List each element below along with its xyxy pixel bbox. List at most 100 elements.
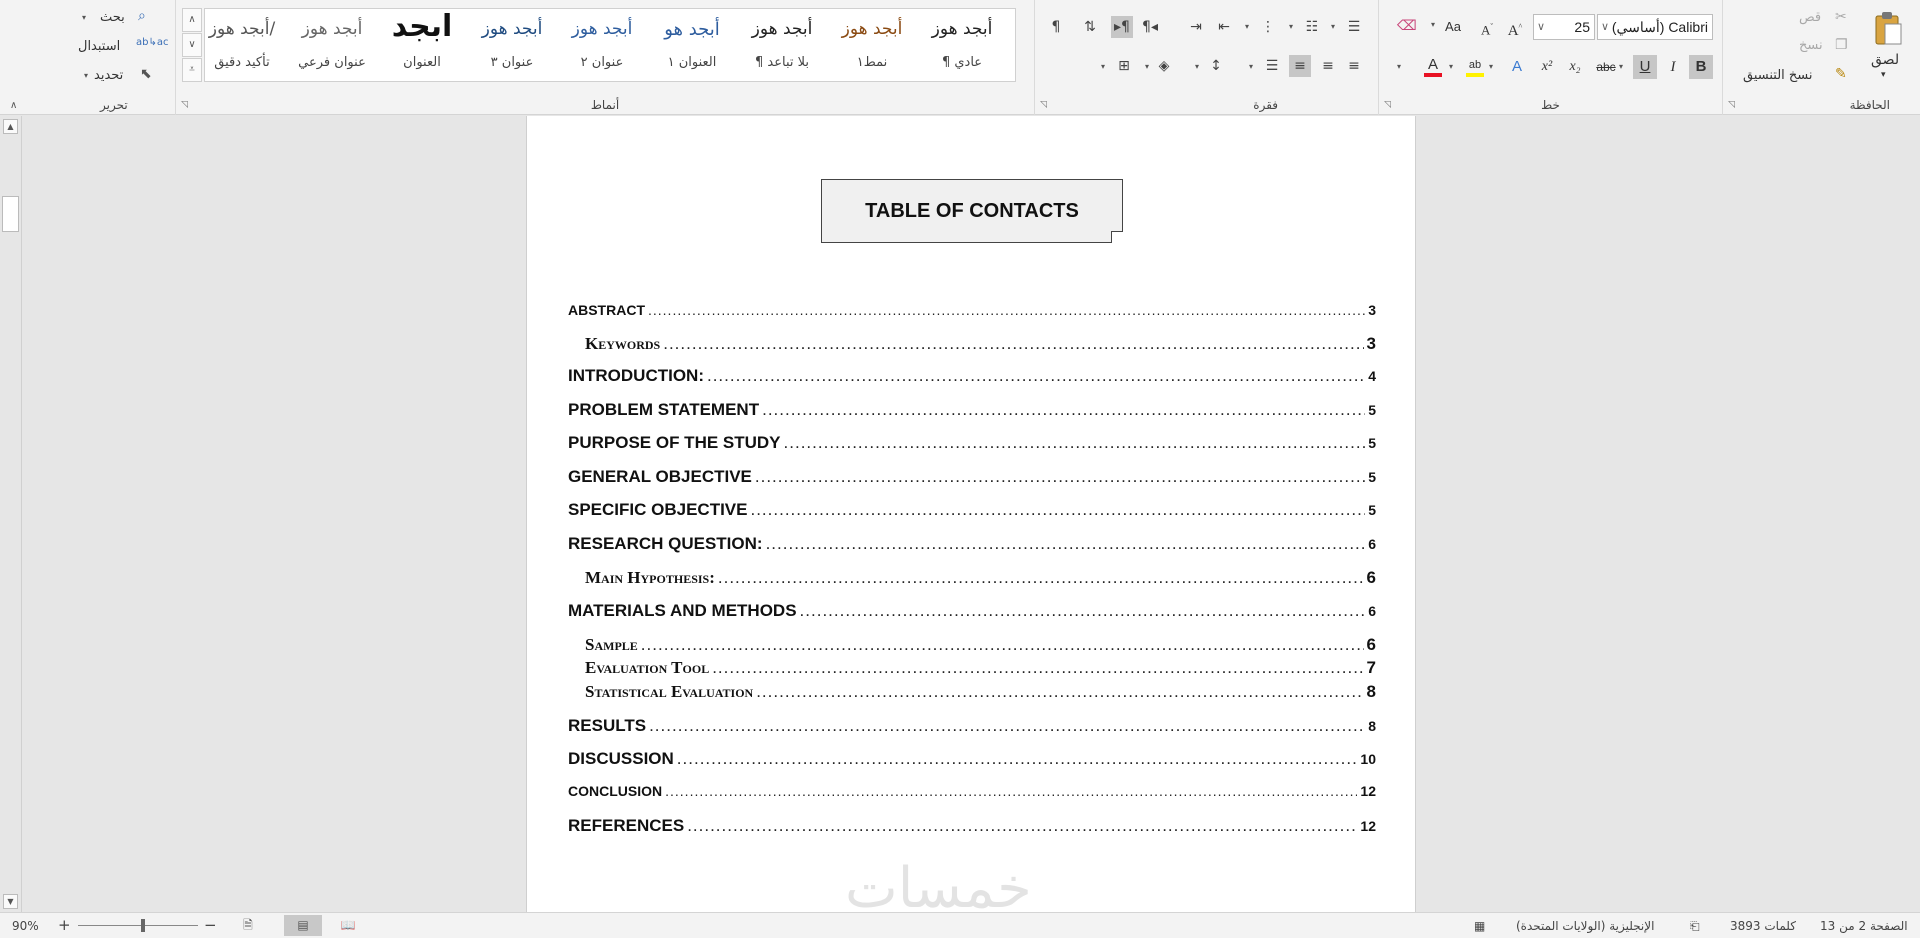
zoom-slider[interactable] (78, 925, 198, 926)
font-name-dropdown-icon[interactable]: ∨ (1601, 15, 1609, 39)
font-color-button[interactable]: A (1421, 53, 1445, 77)
numbering-icon[interactable]: ☷ (1301, 16, 1323, 38)
scroll-thumb[interactable] (2, 196, 19, 232)
paste-icon[interactable] (1871, 10, 1905, 48)
decrease-indent-icon[interactable]: ⇤ (1213, 16, 1235, 38)
macro-record-icon[interactable]: ▦ (1474, 919, 1485, 933)
toc-entry[interactable]: Main Hypothesis: 6 (568, 568, 1376, 588)
borders-dropdown-icon[interactable]: ▾ (1101, 63, 1105, 71)
style-item[interactable]: ابجد العنوان (377, 9, 467, 81)
toc-entry[interactable]: MATERIALS AND METHODS 6 (568, 601, 1376, 621)
grow-font-button[interactable]: A^ (1503, 15, 1527, 39)
scroll-down-icon[interactable]: ▼ (3, 894, 18, 909)
align-right-icon[interactable]: ≡ (1343, 55, 1365, 77)
proofing-icon[interactable]: ⎗ (1690, 919, 1700, 934)
toc-entry[interactable]: Sample 6 (568, 635, 1376, 655)
subscript-button[interactable]: x₂ (1563, 55, 1587, 79)
find-button[interactable]: بحث (100, 10, 125, 25)
strikethrough-button[interactable]: abc (1591, 55, 1621, 79)
find-dropdown-icon[interactable]: ▾ (82, 14, 86, 22)
superscript-button[interactable]: x² (1535, 55, 1559, 79)
toc-entry[interactable]: INTRODUCTION: 4 (568, 366, 1376, 386)
change-case-dropdown-icon[interactable]: ▾ (1431, 21, 1435, 29)
line-spacing-icon[interactable]: ↕ (1205, 55, 1227, 77)
bullets-dropdown-icon[interactable]: ▾ (1331, 23, 1335, 31)
style-item[interactable]: أبجد هوز ¶ عادي (917, 9, 1007, 81)
text-effects-dropdown-icon[interactable]: ▾ (1489, 63, 1493, 71)
scroll-up-icon[interactable]: ▲ (3, 119, 18, 134)
increase-indent-icon[interactable]: ⇥ (1185, 16, 1207, 38)
toc-entry[interactable]: PURPOSE OF THE STUDY 5 (568, 433, 1376, 453)
text-effects-button[interactable]: A (1505, 55, 1529, 79)
sort-icon[interactable]: ⇅ (1079, 16, 1101, 38)
justify-icon[interactable]: ☰ (1261, 55, 1283, 77)
italic-button[interactable]: I (1661, 55, 1685, 79)
replace-button[interactable]: استبدال (78, 39, 120, 54)
highlight-dropdown-icon[interactable]: ▾ (1449, 63, 1453, 71)
style-item[interactable]: أبجد هوز عنوان ٣ (467, 9, 557, 81)
word-count[interactable]: 3893 كلمات (1730, 919, 1796, 933)
vertical-scrollbar[interactable]: ▲ ▼ (0, 116, 22, 912)
rtl-direction-icon[interactable]: ¶◂ (1139, 16, 1161, 38)
multilevel-dropdown-icon[interactable]: ▾ (1245, 23, 1249, 31)
highlight-button[interactable]: ab (1463, 53, 1487, 77)
text-direction-dropdown-icon[interactable]: ▾ (1249, 63, 1253, 71)
style-item[interactable]: أبجد هوز نمط١ (827, 9, 917, 81)
align-center-icon[interactable]: ≡ (1317, 55, 1339, 77)
select-button[interactable]: تحديد (94, 68, 123, 83)
numbering-dropdown-icon[interactable]: ▾ (1289, 23, 1293, 31)
document-page[interactable]: TABLE OF CONTACTS ABSTRACT 3 Keywords 3 INTR… (526, 116, 1416, 912)
toc-entry[interactable]: CONCLUSION 12 (568, 783, 1376, 799)
align-left-icon[interactable]: ≡ (1289, 55, 1311, 77)
toc-entry[interactable]: RESULTS 8 (568, 716, 1376, 736)
paste-dropdown-icon[interactable]: ▾ (1881, 70, 1886, 80)
style-item[interactable]: أبجد هوز/تأكيد دقيق (197, 9, 287, 81)
style-item[interactable]: أبجد هوز عنوان فرعي (287, 9, 377, 81)
line-spacing-dropdown-icon[interactable]: ▾ (1195, 63, 1199, 71)
read-mode-icon[interactable]: 📖 (336, 915, 360, 936)
change-case-button[interactable]: Aa (1441, 15, 1465, 39)
language-indicator[interactable]: الإنجليزية (الولايات المتحدة) (1516, 919, 1654, 933)
format-painter-button[interactable]: نسخ التنسيق (1743, 68, 1813, 83)
toc-entry[interactable]: Statistical Evaluation 8 (568, 682, 1376, 702)
zoom-level[interactable]: 90% (12, 919, 39, 933)
multilevel-list-icon[interactable]: ⋮ (1257, 16, 1279, 38)
page-info[interactable]: الصفحة 2 من 13 (1820, 919, 1908, 933)
toc-entry[interactable]: Keywords 3 (568, 334, 1376, 354)
toc-entry[interactable]: SPECIFIC OBJECTIVE 5 (568, 500, 1376, 520)
toc-entry[interactable]: ABSTRACT 3 (568, 302, 1376, 318)
zoom-slider-thumb[interactable] (141, 919, 145, 932)
select-dropdown-icon[interactable]: ▾ (84, 72, 88, 80)
toc-entry[interactable]: GENERAL OBJECTIVE 5 (568, 467, 1376, 487)
style-item[interactable]: أبجد هوز عنوان ٢ (557, 9, 647, 81)
shrink-font-button[interactable]: Aˇ (1475, 15, 1499, 39)
copy-button[interactable]: نسخ (1799, 38, 1823, 53)
web-layout-icon[interactable]: 🗎 (236, 915, 260, 936)
font-name-combo[interactable]: Calibri (أساسي) ∨ (1597, 14, 1713, 40)
zoom-in-icon[interactable]: + (58, 916, 71, 934)
underline-button[interactable]: U (1633, 55, 1657, 79)
style-item[interactable]: أبجد هوز ¶ بلا تباعد (737, 9, 827, 81)
borders-icon[interactable]: ⊞ (1113, 55, 1135, 77)
paragraph-launcher-icon[interactable]: ◹ (1040, 100, 1047, 110)
cut-button[interactable]: قص (1799, 10, 1821, 25)
clear-formatting-icon[interactable]: ⌫ (1397, 19, 1417, 33)
font-size-dropdown-icon[interactable]: ∨ (1537, 15, 1545, 39)
toc-entry[interactable]: REFERENCES 12 (568, 816, 1376, 836)
font-size-combo[interactable]: 25 ∨ (1533, 14, 1595, 40)
paste-button[interactable]: لصق (1871, 52, 1899, 68)
toc-entry[interactable]: PROBLEM STATEMENT 5 (568, 400, 1376, 420)
print-layout-icon[interactable]: ▤ (284, 915, 322, 936)
zoom-out-icon[interactable]: − (204, 916, 217, 934)
toc-entry[interactable]: Evaluation Tool 7 (568, 658, 1376, 678)
toc-title-box[interactable]: TABLE OF CONTACTS (821, 179, 1123, 243)
font-color-dropdown-icon[interactable]: ▾ (1397, 63, 1401, 71)
shading-dropdown-icon[interactable]: ▾ (1145, 63, 1149, 71)
ltr-direction-icon[interactable]: ▸¶ (1111, 16, 1133, 38)
style-item[interactable]: أبجد هو العنوان ١ (647, 9, 737, 81)
show-marks-button[interactable]: ¶ (1045, 16, 1067, 38)
styles-launcher-icon[interactable]: ◹ (181, 100, 188, 110)
bullets-icon[interactable]: ☰ (1343, 16, 1365, 38)
collapse-ribbon-icon[interactable]: ∧ (10, 100, 17, 111)
shading-icon[interactable]: ◈ (1153, 55, 1175, 77)
